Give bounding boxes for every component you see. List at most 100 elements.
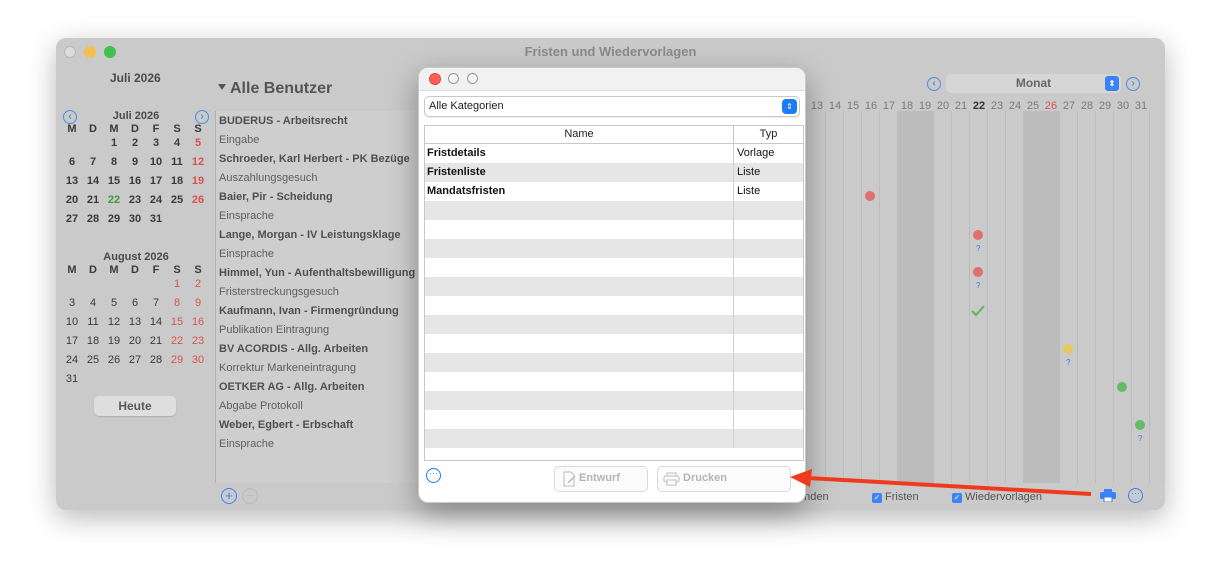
case-title[interactable]: BV ACORDIS - Allg. Arbeiten [219, 343, 368, 355]
dialog-close-button[interactable] [429, 73, 441, 85]
add-icon[interactable]: + [221, 488, 237, 504]
draft-button[interactable]: Entwurf [554, 466, 648, 492]
calendar-day[interactable]: 25 [83, 354, 103, 366]
dialog-zoom-button[interactable] [467, 73, 478, 84]
calendar-day[interactable]: 28 [83, 213, 103, 225]
table-row[interactable]: Fristenliste Liste [425, 163, 803, 182]
calendar-day[interactable]: 18 [167, 175, 187, 187]
calendar-day[interactable]: 8 [104, 156, 124, 168]
deadline-item[interactable]: Korrektur Markeneintragung [219, 362, 356, 374]
case-title[interactable]: Kaufmann, Ivan - Firmengründung [219, 305, 399, 317]
table-row[interactable]: Mandatsfristen Liste [425, 182, 803, 201]
deadline-item[interactable]: Einsprache [219, 438, 274, 450]
zoom-window-button[interactable] [104, 46, 116, 58]
calendar-day[interactable]: 12 [188, 156, 208, 168]
calendar-day[interactable]: 26 [104, 354, 124, 366]
calendar-day[interactable]: 1 [104, 137, 124, 149]
calendar-day[interactable]: 19 [104, 335, 124, 347]
wiedervorlagen-checkbox[interactable]: ✓ [952, 493, 962, 503]
deadline-marker[interactable] [1135, 420, 1145, 430]
calendar-day[interactable]: 14 [83, 175, 103, 187]
calendar-day[interactable]: 13 [125, 316, 145, 328]
calendar-day[interactable]: 27 [62, 213, 82, 225]
user-filter-title[interactable]: Alle Benutzer [230, 80, 332, 98]
calendar-day[interactable]: 5 [188, 137, 208, 149]
calendar-day[interactable]: 11 [167, 156, 187, 168]
calendar-day[interactable]: 20 [62, 194, 82, 206]
dialog-more-icon[interactable]: ··· [426, 468, 441, 483]
calendar-day[interactable]: 14 [146, 316, 166, 328]
calendar-day[interactable]: 20 [125, 335, 145, 347]
deadline-item[interactable]: Fristerstreckungsgesuch [219, 286, 339, 298]
calendar-day[interactable]: 22 [167, 335, 187, 347]
calendar-day[interactable]: 4 [83, 297, 103, 309]
deadline-item[interactable]: Einsprache [219, 210, 274, 222]
calendar-day[interactable]: 4 [167, 137, 187, 149]
calendar-day[interactable]: 29 [104, 213, 124, 225]
calendar-day[interactable]: 13 [62, 175, 82, 187]
calendar-day[interactable]: 3 [62, 297, 82, 309]
calendar-day[interactable]: 12 [104, 316, 124, 328]
deadline-marker[interactable] [973, 230, 983, 240]
case-title[interactable]: OETKER AG - Allg. Arbeiten [219, 381, 364, 393]
dialog-minimize-button[interactable] [448, 73, 459, 84]
calendar-day[interactable]: 2 [188, 278, 208, 290]
calendar-day[interactable]: 19 [188, 175, 208, 187]
calendar-day[interactable]: 24 [62, 354, 82, 366]
calendar-day[interactable]: 6 [125, 297, 145, 309]
calendar-day[interactable]: 28 [146, 354, 166, 366]
calendar-day[interactable]: 2 [125, 137, 145, 149]
calendar-day[interactable]: 7 [83, 156, 103, 168]
deadline-item[interactable]: Eingabe [219, 134, 259, 146]
deadline-marker[interactable] [1063, 344, 1073, 354]
deadline-item[interactable]: Einsprache [219, 248, 274, 260]
view-select[interactable]: Monat ⇕ [946, 74, 1121, 93]
today-button[interactable]: Heute [94, 396, 176, 416]
calendar-day[interactable]: 21 [146, 335, 166, 347]
calendar-day[interactable]: 15 [104, 175, 124, 187]
category-select[interactable]: Alle Kategorien ⇕ [424, 96, 800, 117]
calendar-day[interactable]: 31 [146, 213, 166, 225]
print-button[interactable]: Drucken [657, 466, 791, 492]
deadline-item[interactable]: Auszahlungsgesuch [219, 172, 317, 184]
minimize-window-button[interactable] [84, 46, 96, 58]
calendar-day[interactable]: 25 [167, 194, 187, 206]
calendar-day[interactable]: 9 [188, 297, 208, 309]
column-header-name[interactable]: Name [425, 128, 733, 140]
calendar-day[interactable]: 5 [104, 297, 124, 309]
calendar-day[interactable]: 10 [146, 156, 166, 168]
calendar-day[interactable]: 11 [83, 316, 103, 328]
calendar-day[interactable]: 1 [167, 278, 187, 290]
disclosure-triangle-icon[interactable] [218, 84, 226, 90]
calendar-day[interactable]: 15 [167, 316, 187, 328]
calendar-day[interactable]: 30 [188, 354, 208, 366]
deadline-marker[interactable] [1117, 382, 1127, 392]
calendar-day[interactable]: 31 [62, 373, 82, 385]
remove-icon[interactable]: − [242, 488, 258, 504]
case-title[interactable]: Baier, Pir - Scheidung [219, 191, 333, 203]
case-title[interactable]: Lange, Morgan - IV Leistungsklage [219, 229, 401, 241]
deadline-marker[interactable] [865, 191, 875, 201]
column-header-type[interactable]: Typ [734, 128, 803, 140]
case-title[interactable]: Schroeder, Karl Herbert - PK Bezüge [219, 153, 410, 165]
calendar-day[interactable]: 16 [125, 175, 145, 187]
calendar-day[interactable]: 23 [125, 194, 145, 206]
calendar-day[interactable]: 23 [188, 335, 208, 347]
case-title[interactable]: Weber, Egbert - Erbschaft [219, 419, 353, 431]
calendar-day[interactable]: 6 [62, 156, 82, 168]
case-title[interactable]: BUDERUS - Arbeitsrecht [219, 115, 348, 127]
fristen-checkbox[interactable]: ✓ [872, 493, 882, 503]
case-title[interactable]: Himmel, Yun - Aufenthaltsbewilligung [219, 267, 415, 279]
timeline-next-icon[interactable]: › [1126, 77, 1140, 91]
calendar-day[interactable]: 26 [188, 194, 208, 206]
deadline-item[interactable]: Publikation Eintragung [219, 324, 329, 336]
calendar-day[interactable]: 7 [146, 297, 166, 309]
calendar-day[interactable]: 30 [125, 213, 145, 225]
calendar-day[interactable]: 17 [62, 335, 82, 347]
calendar-day[interactable]: 10 [62, 316, 82, 328]
calendar-day[interactable]: 24 [146, 194, 166, 206]
calendar-day[interactable]: 18 [83, 335, 103, 347]
calendar-day[interactable]: 27 [125, 354, 145, 366]
calendar-day[interactable]: 3 [146, 137, 166, 149]
print-icon[interactable] [1100, 489, 1116, 502]
